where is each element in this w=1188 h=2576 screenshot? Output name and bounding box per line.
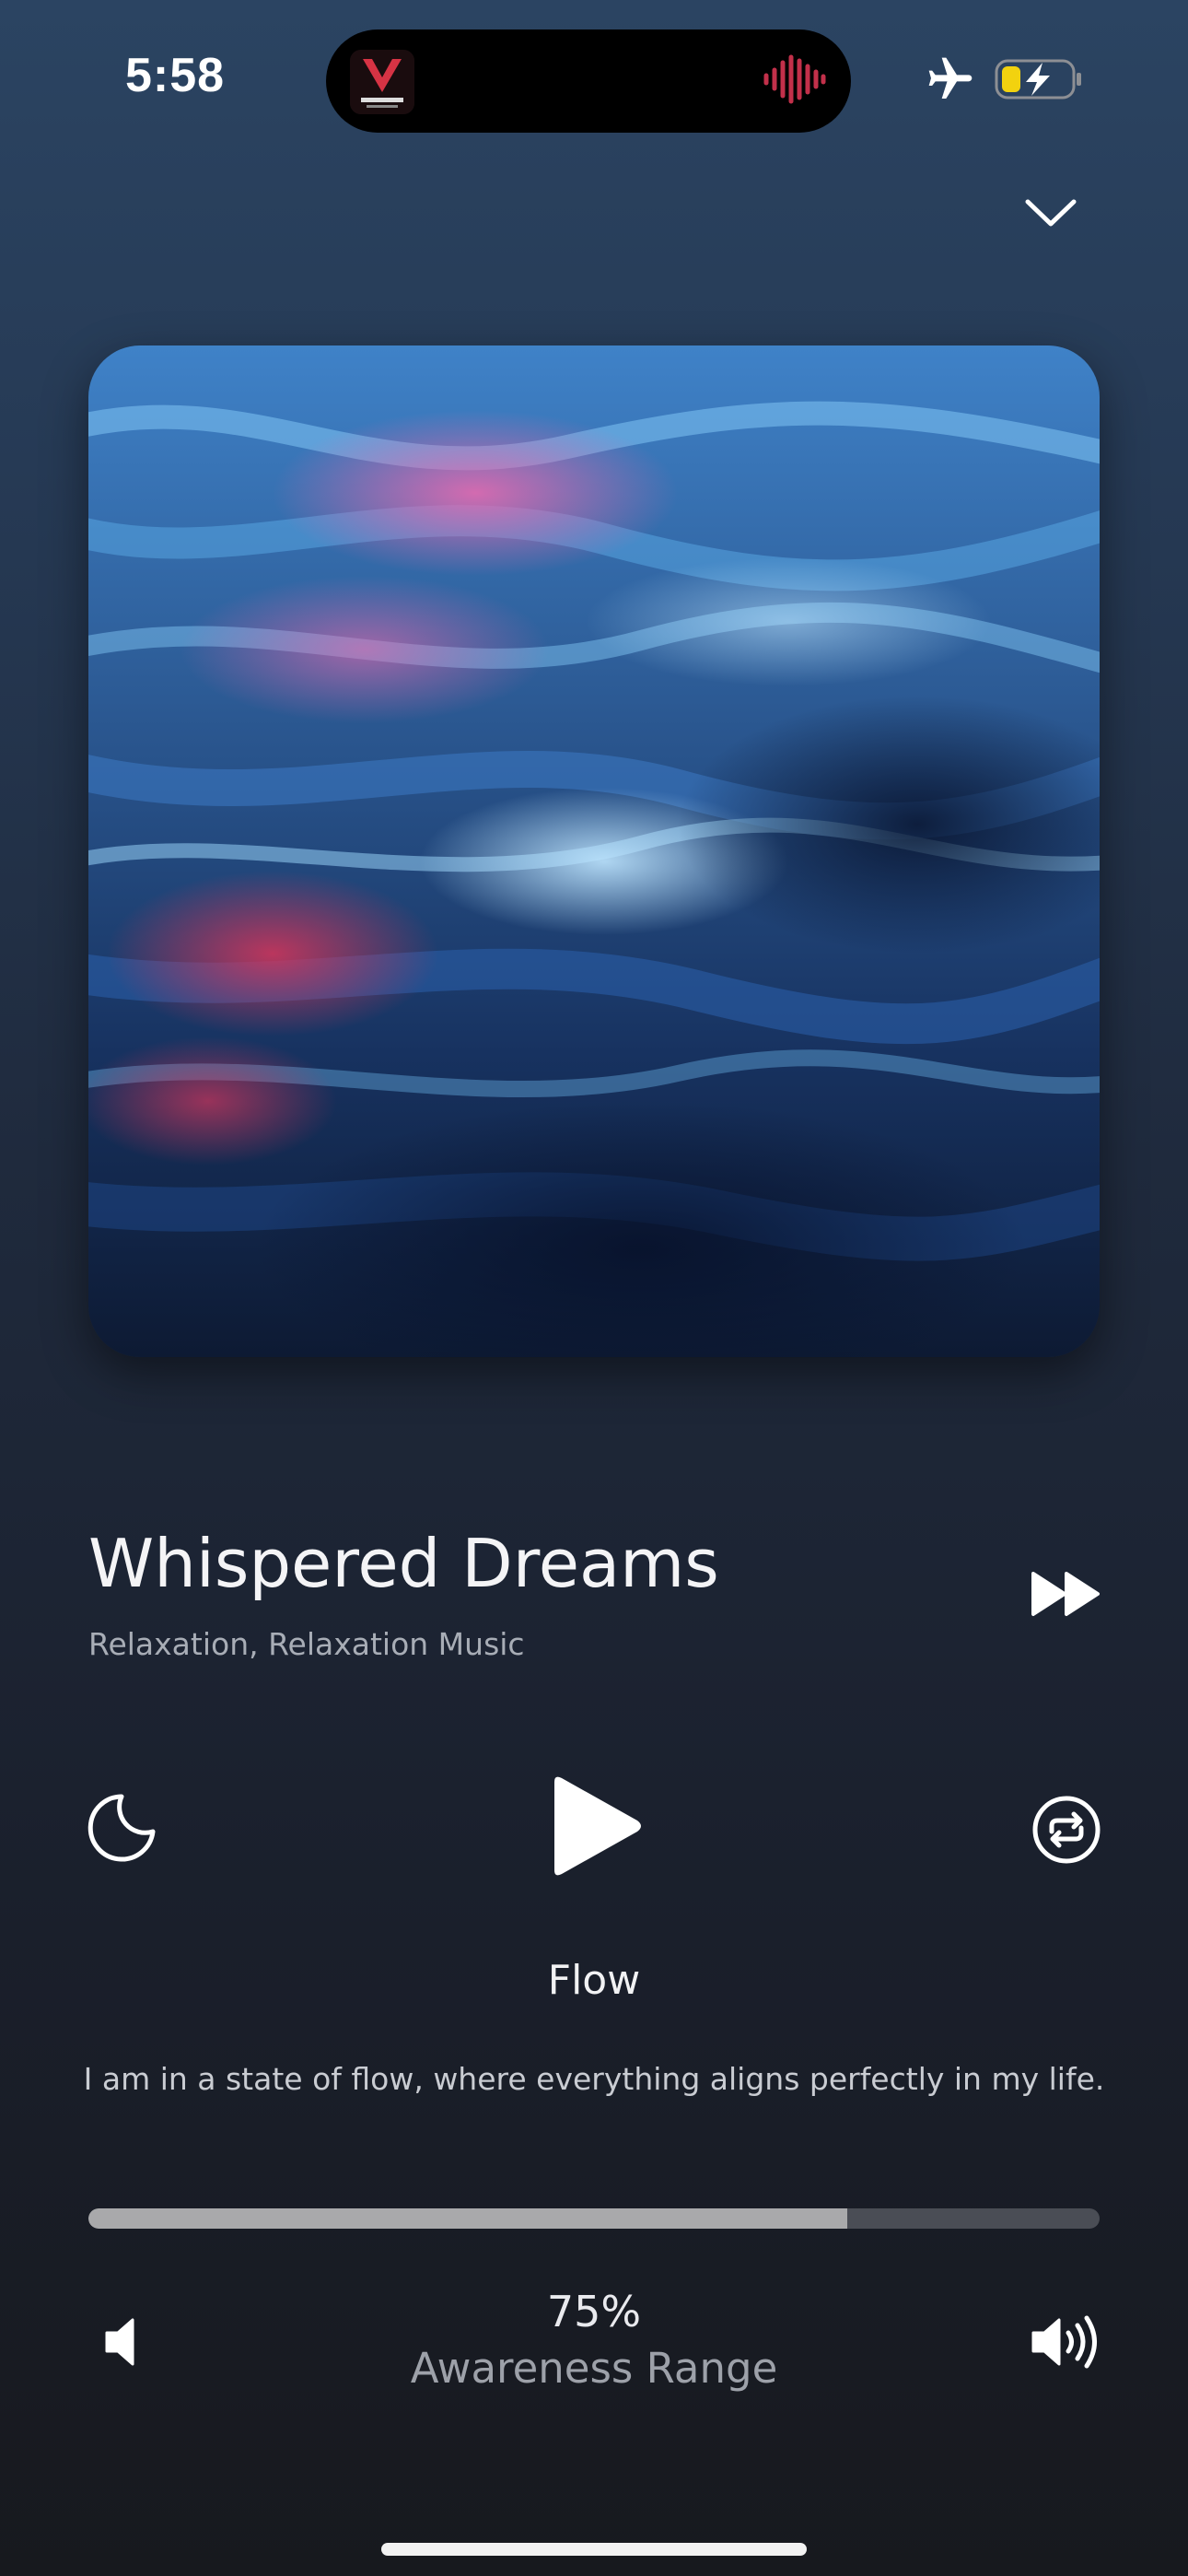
repeat-icon[interactable]: [1030, 1793, 1103, 1867]
fast-forward-icon[interactable]: [1030, 1568, 1103, 1620]
battery-charging-icon: [995, 59, 1081, 100]
home-indicator[interactable]: [381, 2543, 807, 2556]
status-time: 5:58: [125, 49, 226, 102]
volume-caption: Awareness Range: [410, 2344, 778, 2393]
play-button[interactable]: [545, 1773, 646, 1879]
affirmation-text: I am in a state of flow, where everythin…: [83, 2061, 1105, 2097]
audio-waveform-icon: [763, 54, 826, 104]
album-artwork: [88, 345, 1100, 1357]
volume-percent: 75%: [546, 2287, 642, 2336]
now-playing-thumbnail[interactable]: [350, 50, 414, 114]
volume-slider[interactable]: [88, 2208, 1100, 2229]
airplane-icon: [928, 57, 973, 99]
track-subtitle: Relaxation, Relaxation Music: [88, 1626, 525, 1662]
track-title: Whispered Dreams: [88, 1525, 719, 1602]
affirmation-label: Flow: [547, 1957, 641, 2004]
volume-high-icon[interactable]: [1030, 2313, 1105, 2371]
moon-icon[interactable]: [85, 1791, 158, 1865]
chevron-down-icon[interactable]: [1020, 189, 1081, 235]
volume-slider-fill: [88, 2208, 847, 2229]
